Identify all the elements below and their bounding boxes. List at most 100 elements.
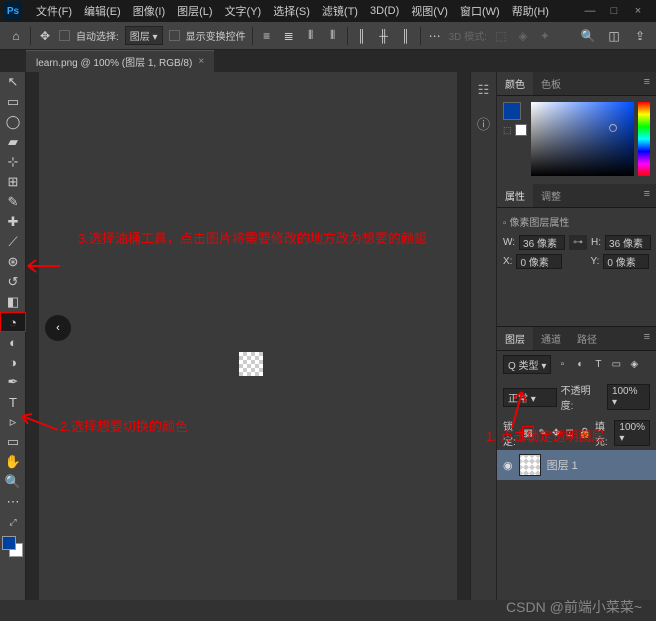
paint-bucket-tool[interactable]: ◔: [0, 312, 26, 332]
eyedropper-tool[interactable]: ✎: [0, 192, 26, 212]
hand-tool[interactable]: ✋: [0, 452, 26, 472]
panel-menu-icon[interactable]: ≡: [638, 72, 656, 95]
visibility-icon[interactable]: ◉: [503, 459, 513, 472]
edit-toolbar[interactable]: ⋯: [0, 492, 26, 512]
brush-tool[interactable]: ⟋: [0, 232, 26, 252]
distribute-icon[interactable]: ║: [354, 28, 370, 44]
menu-type[interactable]: 文字(Y): [219, 3, 268, 19]
stamp-tool[interactable]: ⊛: [0, 252, 26, 272]
document-tab[interactable]: learn.png @ 100% (图层 1, RGB/8) ×: [26, 50, 214, 72]
crop-tool[interactable]: ⊹: [0, 152, 26, 172]
align-icon[interactable]: ⫴: [303, 28, 319, 44]
menu-layer[interactable]: 图层(L): [171, 3, 218, 19]
width-input[interactable]: [519, 235, 565, 250]
menu-window[interactable]: 窗口(W): [454, 3, 506, 19]
layer-thumbnail[interactable]: [519, 454, 541, 476]
color-cursor[interactable]: [609, 124, 617, 132]
history-icon[interactable]: ☷: [478, 82, 490, 98]
window-close[interactable]: ×: [632, 5, 644, 17]
filter-icon[interactable]: ▫: [555, 358, 569, 372]
auto-select-checkbox[interactable]: [59, 30, 70, 41]
menu-view[interactable]: 视图(V): [405, 3, 454, 19]
lock-all-icon[interactable]: 🔒: [578, 426, 590, 440]
menu-edit[interactable]: 编辑(E): [78, 3, 127, 19]
filter-icon[interactable]: T: [591, 358, 605, 372]
zoom-tool[interactable]: 🔍: [0, 472, 26, 492]
shape-tool[interactable]: ▭: [0, 432, 26, 452]
pen-tool[interactable]: ✒: [0, 372, 26, 392]
blend-mode-select[interactable]: 正常 ▾: [503, 388, 557, 407]
dodge-tool[interactable]: ◑: [0, 352, 26, 372]
workspace-icon[interactable]: ◫: [606, 28, 622, 44]
lasso-tool[interactable]: ◯: [0, 112, 26, 132]
more-icon[interactable]: ⋯: [427, 28, 443, 44]
menu-3d[interactable]: 3D(D): [364, 5, 405, 17]
auto-select-dropdown[interactable]: 图层 ▾: [125, 26, 163, 45]
layer-name[interactable]: 图层 1: [547, 457, 578, 473]
history-brush-tool[interactable]: ↺: [0, 272, 26, 292]
healing-tool[interactable]: ✚: [0, 212, 26, 232]
frame-tool[interactable]: ⊞: [0, 172, 26, 192]
lock-pixels-icon[interactable]: ✎: [538, 426, 548, 440]
menu-file[interactable]: 文件(F): [30, 3, 78, 19]
distribute-icon[interactable]: ║: [398, 28, 414, 44]
hue-slider[interactable]: [638, 102, 650, 176]
opacity-input[interactable]: 100% ▾: [607, 384, 650, 410]
canvas[interactable]: ‹: [39, 72, 457, 600]
link-icon[interactable]: ⊶: [569, 235, 587, 250]
close-tab-icon[interactable]: ×: [198, 56, 204, 67]
eraser-tool[interactable]: ◧: [0, 292, 26, 312]
search-icon[interactable]: 🔍: [580, 28, 596, 44]
fg-swatch[interactable]: [503, 102, 521, 120]
image-content[interactable]: [239, 352, 263, 376]
swap-colors-icon[interactable]: ⤢: [0, 512, 26, 532]
move-tool[interactable]: ↖: [0, 72, 26, 92]
align-icon[interactable]: ⫴: [325, 28, 341, 44]
menu-help[interactable]: 帮助(H): [506, 3, 555, 19]
lock-artboard-icon[interactable]: ⊡: [565, 426, 575, 440]
window-minimize[interactable]: —: [584, 5, 596, 17]
align-icon[interactable]: ≡: [259, 28, 275, 44]
type-tool[interactable]: T: [0, 392, 26, 412]
lock-transparency-icon[interactable]: ▩: [522, 426, 533, 440]
panel-menu-icon[interactable]: ≡: [638, 184, 656, 207]
tab-paths[interactable]: 路径: [569, 327, 605, 350]
layer-item[interactable]: ◉ 图层 1: [497, 450, 656, 480]
eyedropper-icon[interactable]: ⬚: [503, 125, 512, 136]
canvas-area[interactable]: ‹: [26, 72, 470, 600]
layer-kind-filter[interactable]: Q 类型 ▾: [503, 355, 551, 374]
filter-icon[interactable]: ◐: [573, 358, 587, 372]
tab-color[interactable]: 颜色: [497, 72, 533, 95]
quick-select-tool[interactable]: ▰: [0, 132, 26, 152]
panel-menu-icon[interactable]: ≡: [638, 327, 656, 350]
info-icon[interactable]: ⓘ: [477, 114, 490, 133]
tab-channels[interactable]: 通道: [533, 327, 569, 350]
blur-tool[interactable]: ◐: [0, 332, 26, 352]
menu-image[interactable]: 图像(I): [127, 3, 171, 19]
color-swatches[interactable]: [0, 534, 25, 564]
menu-select[interactable]: 选择(S): [267, 3, 316, 19]
bg-swatch[interactable]: [515, 124, 527, 136]
menu-filter[interactable]: 滤镜(T): [316, 3, 364, 19]
distribute-icon[interactable]: ╫: [376, 28, 392, 44]
marquee-tool[interactable]: ▭: [0, 92, 26, 112]
y-input[interactable]: [603, 254, 649, 269]
tab-swatches[interactable]: 色板: [533, 72, 569, 95]
show-controls-checkbox[interactable]: [169, 30, 180, 41]
tab-adjustments[interactable]: 调整: [533, 184, 569, 207]
color-picker[interactable]: [531, 102, 634, 176]
align-icon[interactable]: ≣: [281, 28, 297, 44]
home-icon[interactable]: ⌂: [8, 28, 24, 44]
filter-icon[interactable]: ◈: [627, 358, 641, 372]
fill-input[interactable]: 100% ▾: [614, 420, 650, 446]
back-button[interactable]: ‹: [45, 315, 71, 341]
foreground-color[interactable]: [2, 536, 16, 550]
path-tool[interactable]: ▹: [0, 412, 26, 432]
x-input[interactable]: [516, 254, 562, 269]
share-icon[interactable]: ⇪: [632, 28, 648, 44]
window-maximize[interactable]: □: [608, 5, 620, 17]
height-input[interactable]: [605, 235, 651, 250]
tab-properties[interactable]: 属性: [497, 184, 533, 207]
filter-icon[interactable]: ▭: [609, 358, 623, 372]
lock-position-icon[interactable]: ✥: [551, 426, 561, 440]
